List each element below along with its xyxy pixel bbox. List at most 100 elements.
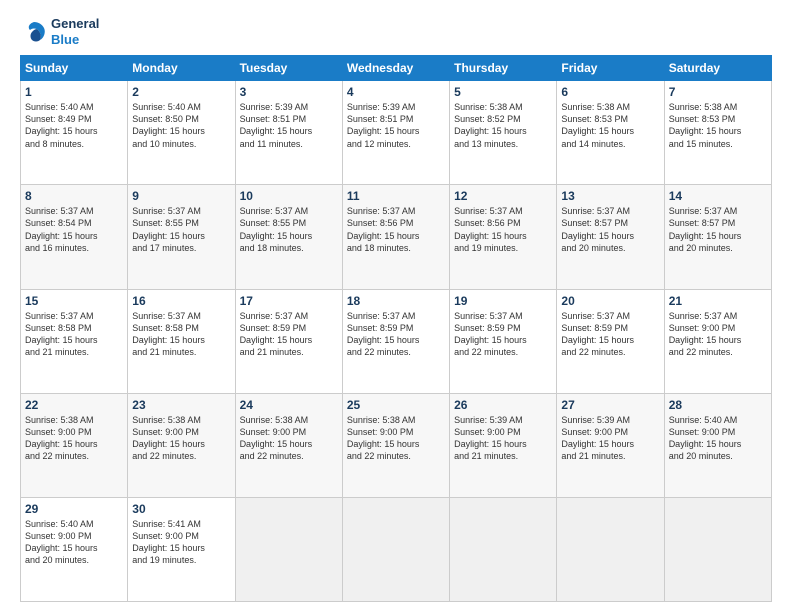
table-cell: 20 Sunrise: 5:37 AM Sunset: 8:59 PM Dayli… [557, 289, 664, 393]
day-info: Sunrise: 5:40 AM Sunset: 8:49 PM Dayligh… [25, 101, 123, 150]
day-info: Sunrise: 5:40 AM Sunset: 8:50 PM Dayligh… [132, 101, 230, 150]
table-cell: 8 Sunrise: 5:37 AM Sunset: 8:54 PM Daylig… [21, 185, 128, 289]
day-number: 17 [240, 294, 338, 308]
table-cell: 26 Sunrise: 5:39 AM Sunset: 9:00 PM Dayli… [450, 393, 557, 497]
day-number: 28 [669, 398, 767, 412]
day-info: Sunrise: 5:38 AM Sunset: 8:52 PM Dayligh… [454, 101, 552, 150]
day-number: 14 [669, 189, 767, 203]
day-number: 15 [25, 294, 123, 308]
day-info: Sunrise: 5:40 AM Sunset: 9:00 PM Dayligh… [669, 414, 767, 463]
weekday-header-row: Sunday Monday Tuesday Wednesday Thursday… [21, 56, 772, 81]
table-cell: 22 Sunrise: 5:38 AM Sunset: 9:00 PM Dayli… [21, 393, 128, 497]
table-cell: 11 Sunrise: 5:37 AM Sunset: 8:56 PM Dayli… [342, 185, 449, 289]
day-info: Sunrise: 5:37 AM Sunset: 8:59 PM Dayligh… [561, 310, 659, 359]
week-row-3: 15 Sunrise: 5:37 AM Sunset: 8:58 PM Dayli… [21, 289, 772, 393]
day-number: 30 [132, 502, 230, 516]
day-number: 22 [25, 398, 123, 412]
table-cell: 9 Sunrise: 5:37 AM Sunset: 8:55 PM Daylig… [128, 185, 235, 289]
day-info: Sunrise: 5:37 AM Sunset: 8:56 PM Dayligh… [454, 205, 552, 254]
day-number: 21 [669, 294, 767, 308]
day-info: Sunrise: 5:37 AM Sunset: 8:54 PM Dayligh… [25, 205, 123, 254]
day-info: Sunrise: 5:39 AM Sunset: 9:00 PM Dayligh… [454, 414, 552, 463]
day-number: 12 [454, 189, 552, 203]
table-cell [557, 497, 664, 601]
table-cell: 30 Sunrise: 5:41 AM Sunset: 9:00 PM Dayli… [128, 497, 235, 601]
day-number: 8 [25, 189, 123, 203]
day-number: 23 [132, 398, 230, 412]
day-number: 11 [347, 189, 445, 203]
calendar-table: Sunday Monday Tuesday Wednesday Thursday… [20, 55, 772, 602]
day-info: Sunrise: 5:37 AM Sunset: 8:58 PM Dayligh… [132, 310, 230, 359]
table-cell: 14 Sunrise: 5:37 AM Sunset: 8:57 PM Dayli… [664, 185, 771, 289]
header-tuesday: Tuesday [235, 56, 342, 81]
day-info: Sunrise: 5:37 AM Sunset: 9:00 PM Dayligh… [669, 310, 767, 359]
header-saturday: Saturday [664, 56, 771, 81]
day-number: 20 [561, 294, 659, 308]
logo: General Blue [20, 16, 99, 47]
day-info: Sunrise: 5:37 AM Sunset: 8:58 PM Dayligh… [25, 310, 123, 359]
day-info: Sunrise: 5:37 AM Sunset: 8:56 PM Dayligh… [347, 205, 445, 254]
day-number: 29 [25, 502, 123, 516]
day-number: 2 [132, 85, 230, 99]
day-info: Sunrise: 5:37 AM Sunset: 8:59 PM Dayligh… [347, 310, 445, 359]
table-cell: 4Sunrise: 5:39 AM Sunset: 8:51 PM Daylig… [342, 81, 449, 185]
table-cell: 24 Sunrise: 5:38 AM Sunset: 9:00 PM Dayli… [235, 393, 342, 497]
day-info: Sunrise: 5:37 AM Sunset: 8:55 PM Dayligh… [240, 205, 338, 254]
day-number: 7 [669, 85, 767, 99]
week-row-4: 22 Sunrise: 5:38 AM Sunset: 9:00 PM Dayli… [21, 393, 772, 497]
day-info: Sunrise: 5:37 AM Sunset: 8:55 PM Dayligh… [132, 205, 230, 254]
logo-bird-icon [20, 18, 48, 46]
day-info: Sunrise: 5:38 AM Sunset: 9:00 PM Dayligh… [25, 414, 123, 463]
table-cell: 7 Sunrise: 5:38 AM Sunset: 8:53 PM Daylig… [664, 81, 771, 185]
day-number: 26 [454, 398, 552, 412]
day-info: Sunrise: 5:38 AM Sunset: 8:53 PM Dayligh… [669, 101, 767, 150]
table-cell: 19 Sunrise: 5:37 AM Sunset: 8:59 PM Dayli… [450, 289, 557, 393]
day-number: 13 [561, 189, 659, 203]
table-cell: 2 Sunrise: 5:40 AM Sunset: 8:50 PM Daylig… [128, 81, 235, 185]
day-number: 24 [240, 398, 338, 412]
table-cell: 1Sunrise: 5:40 AM Sunset: 8:49 PM Daylig… [21, 81, 128, 185]
table-cell: 16Sunrise: 5:37 AM Sunset: 8:58 PM Dayli… [128, 289, 235, 393]
table-cell [450, 497, 557, 601]
day-info: Sunrise: 5:38 AM Sunset: 9:00 PM Dayligh… [132, 414, 230, 463]
header-friday: Friday [557, 56, 664, 81]
table-cell: 10 Sunrise: 5:37 AM Sunset: 8:55 PM Dayli… [235, 185, 342, 289]
day-info: Sunrise: 5:39 AM Sunset: 8:51 PM Dayligh… [240, 101, 338, 150]
day-number: 19 [454, 294, 552, 308]
day-number: 18 [347, 294, 445, 308]
table-cell: 17 Sunrise: 5:37 AM Sunset: 8:59 PM Dayli… [235, 289, 342, 393]
table-cell [342, 497, 449, 601]
day-number: 6 [561, 85, 659, 99]
table-cell: 29 Sunrise: 5:40 AM Sunset: 9:00 PM Dayli… [21, 497, 128, 601]
table-cell: 28 Sunrise: 5:40 AM Sunset: 9:00 PM Dayli… [664, 393, 771, 497]
day-info: Sunrise: 5:41 AM Sunset: 9:00 PM Dayligh… [132, 518, 230, 567]
day-number: 27 [561, 398, 659, 412]
header-wednesday: Wednesday [342, 56, 449, 81]
table-cell: 6 Sunrise: 5:38 AM Sunset: 8:53 PM Daylig… [557, 81, 664, 185]
header: General Blue [20, 16, 772, 47]
table-cell: 5Sunrise: 5:38 AM Sunset: 8:52 PM Daylig… [450, 81, 557, 185]
day-info: Sunrise: 5:38 AM Sunset: 9:00 PM Dayligh… [240, 414, 338, 463]
day-info: Sunrise: 5:37 AM Sunset: 8:57 PM Dayligh… [669, 205, 767, 254]
day-info: Sunrise: 5:40 AM Sunset: 9:00 PM Dayligh… [25, 518, 123, 567]
table-cell: 15 Sunrise: 5:37 AM Sunset: 8:58 PM Dayli… [21, 289, 128, 393]
day-number: 10 [240, 189, 338, 203]
table-cell: 21 Sunrise: 5:37 AM Sunset: 9:00 PM Dayli… [664, 289, 771, 393]
day-number: 9 [132, 189, 230, 203]
table-cell: 13 Sunrise: 5:37 AM Sunset: 8:57 PM Dayli… [557, 185, 664, 289]
table-cell: 23 Sunrise: 5:38 AM Sunset: 9:00 PM Dayli… [128, 393, 235, 497]
table-cell: 18 Sunrise: 5:37 AM Sunset: 8:59 PM Dayli… [342, 289, 449, 393]
header-sunday: Sunday [21, 56, 128, 81]
logo-general: General [51, 16, 99, 32]
table-cell: 25Sunrise: 5:38 AM Sunset: 9:00 PM Dayli… [342, 393, 449, 497]
table-cell: 27Sunrise: 5:39 AM Sunset: 9:00 PM Dayli… [557, 393, 664, 497]
day-info: Sunrise: 5:37 AM Sunset: 8:59 PM Dayligh… [454, 310, 552, 359]
day-info: Sunrise: 5:38 AM Sunset: 9:00 PM Dayligh… [347, 414, 445, 463]
logo-blue: Blue [51, 32, 99, 48]
calendar-page: General Blue Sunday Monday Tuesday Wedne… [0, 0, 792, 612]
day-info: Sunrise: 5:37 AM Sunset: 8:59 PM Dayligh… [240, 310, 338, 359]
day-info: Sunrise: 5:37 AM Sunset: 8:57 PM Dayligh… [561, 205, 659, 254]
day-info: Sunrise: 5:38 AM Sunset: 8:53 PM Dayligh… [561, 101, 659, 150]
day-number: 4 [347, 85, 445, 99]
header-monday: Monday [128, 56, 235, 81]
